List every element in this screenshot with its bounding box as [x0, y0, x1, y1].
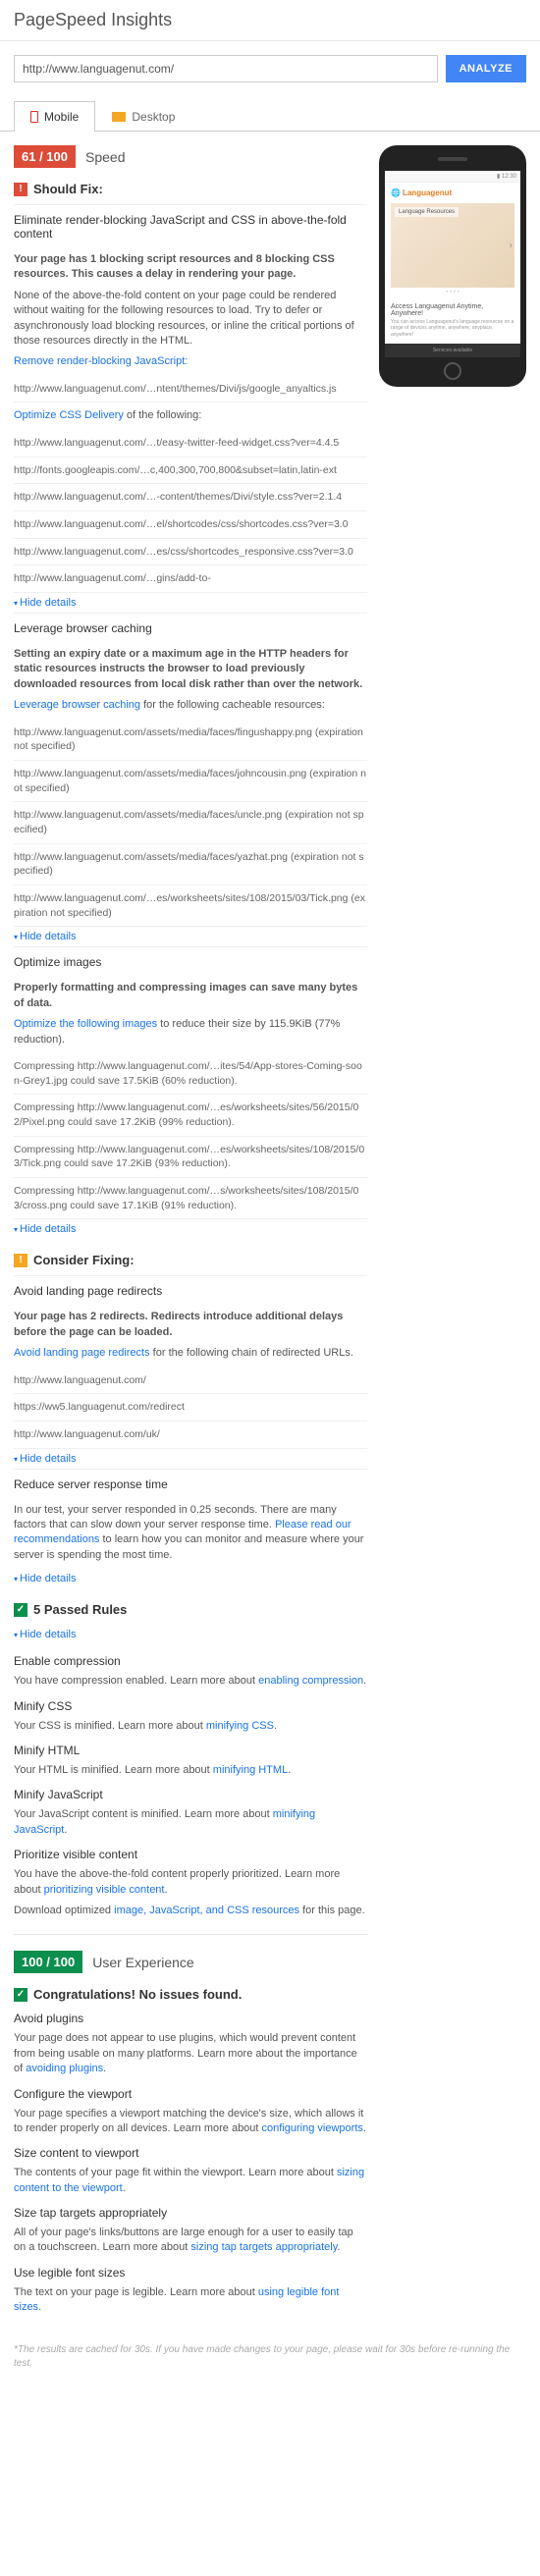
- phone-home-button: [444, 362, 461, 380]
- ux-rule: Size tap targets appropriately: [14, 2206, 367, 2220]
- url-item: http://www.languagenut.com/…-content/the…: [14, 484, 367, 511]
- hide-details-toggle[interactable]: Hide details: [14, 593, 77, 613]
- phone-speaker: [438, 157, 467, 161]
- phone-footer: Services available: [385, 344, 520, 357]
- hide-details-toggle[interactable]: Hide details: [14, 1219, 77, 1239]
- url-input[interactable]: [14, 55, 438, 82]
- consider-fixing-header: ! Consider Fixing:: [14, 1253, 367, 1267]
- url-item: http://www.languagenut.com/…t/easy-twitt…: [14, 430, 367, 457]
- ux-score-row: 100 / 100 User Experience: [14, 1951, 367, 1973]
- url-item: Compressing http://www.languagenut.com/……: [14, 1178, 367, 1219]
- prioritizing-content-link[interactable]: prioritizing visible content: [44, 1884, 165, 1896]
- url-bar: ANALYZE: [0, 41, 540, 96]
- configuring-viewports-link[interactable]: configuring viewports: [262, 2122, 363, 2134]
- rule-title: Eliminate render-blocking JavaScript and…: [14, 204, 367, 246]
- check-icon: ✓: [14, 1988, 27, 2002]
- ux-rule: Avoid plugins: [14, 2012, 367, 2025]
- optimize-images-link[interactable]: Optimize the following images: [14, 1018, 157, 1030]
- url-item: http://www.languagenut.com/…es/css/short…: [14, 539, 367, 566]
- url-item: http://www.languagenut.com/uk/: [14, 1422, 367, 1449]
- rule-desc: None of the above-the-fold content on yo…: [14, 289, 367, 349]
- phone-statusbar: ▮ 12:30: [385, 171, 520, 183]
- avoid-redirects-link[interactable]: Avoid landing page redirects: [14, 1347, 150, 1359]
- warning-icon: !: [14, 1254, 27, 1267]
- error-icon: !: [14, 183, 27, 196]
- ux-rule: Configure the viewport: [14, 2087, 367, 2101]
- rule-title: Leverage browser caching: [14, 613, 367, 641]
- url-item: http://www.languagenut.com/assets/media/…: [14, 761, 367, 802]
- page-title: PageSpeed Insights: [0, 0, 540, 41]
- url-item: http://www.languagenut.com/…gins/add-to-: [14, 565, 367, 593]
- hide-details-toggle[interactable]: Hide details: [14, 1569, 77, 1588]
- rule-desc: Properly formatting and compressing imag…: [14, 981, 367, 1011]
- rule-desc: Setting an expiry date or a maximum age …: [14, 647, 367, 692]
- url-item: http://www.languagenut.com/…el/shortcode…: [14, 511, 367, 539]
- footnote: *The results are cached for 30s. If you …: [0, 2335, 540, 2379]
- phone-logo: 🌐 Languagenut: [385, 183, 520, 203]
- phone-heading: Access Languagenut Anytime, Anywhere!: [391, 303, 514, 317]
- hide-details-toggle[interactable]: Hide details: [14, 927, 77, 946]
- optimize-css-link[interactable]: Optimize CSS Delivery: [14, 409, 124, 421]
- enabling-compression-link[interactable]: enabling compression: [258, 1675, 363, 1687]
- url-item: http://www.languagenut.com/assets/media/…: [14, 720, 367, 761]
- ux-score-badge: 100 / 100: [14, 1951, 82, 1973]
- tabs: Mobile Desktop: [0, 100, 540, 132]
- url-item: Compressing http://www.languagenut.com/……: [14, 1053, 367, 1095]
- passed-rule: Enable compression: [14, 1654, 367, 1668]
- url-item: http://www.languagenut.com/…ntent/themes…: [14, 376, 367, 403]
- carousel-dots: • • • •: [385, 288, 520, 297]
- rule-desc: In our test, your server responded in 0.…: [14, 1503, 367, 1564]
- chevron-right-icon: ›: [510, 240, 513, 250]
- passed-rule: Prioritize visible content: [14, 1848, 367, 1861]
- passed-rule: Minify JavaScript: [14, 1788, 367, 1801]
- url-item: Compressing http://www.languagenut.com/……: [14, 1137, 367, 1178]
- hide-details-toggle[interactable]: Hide details: [14, 1449, 77, 1469]
- url-item: Compressing http://www.languagenut.com/……: [14, 1095, 367, 1136]
- url-item: http://www.languagenut.com/assets/media/…: [14, 802, 367, 843]
- hide-details-toggle[interactable]: Hide details: [14, 1625, 77, 1644]
- should-fix-header: ! Should Fix:: [14, 182, 367, 196]
- ux-label: User Experience: [92, 1955, 194, 1970]
- phone-preview: ▮ 12:30 🌐 Languagenut Language Resources…: [379, 145, 526, 387]
- avoiding-plugins-link[interactable]: avoiding plugins: [26, 2063, 103, 2074]
- url-item: http://fonts.googleapis.com/…c,400,300,7…: [14, 457, 367, 485]
- passed-rules-header: ✓ 5 Passed Rules: [14, 1602, 367, 1617]
- url-item: http://www.languagenut.com/…es/worksheet…: [14, 886, 367, 927]
- mobile-icon: [30, 111, 38, 123]
- minifying-html-link[interactable]: minifying HTML: [213, 1764, 288, 1776]
- tab-desktop[interactable]: Desktop: [95, 101, 191, 132]
- leverage-caching-link[interactable]: Leverage browser caching: [14, 699, 140, 711]
- rule-title: Avoid landing page redirects: [14, 1275, 367, 1304]
- tab-mobile[interactable]: Mobile: [14, 101, 95, 132]
- congrats-header: ✓ Congratulations! No issues found.: [14, 1987, 367, 2002]
- url-item: https://ww5.languagenut.com/redirect: [14, 1394, 367, 1422]
- phone-text: You can access Languagenut's language re…: [391, 319, 514, 339]
- ux-rule: Use legible font sizes: [14, 2266, 367, 2280]
- download-resources-link[interactable]: image, JavaScript, and CSS resources: [114, 1905, 299, 1916]
- minifying-css-link[interactable]: minifying CSS: [206, 1720, 274, 1732]
- rule-desc: Your page has 1 blocking script resource…: [14, 252, 367, 283]
- check-icon: ✓: [14, 1603, 27, 1617]
- passed-rule: Minify HTML: [14, 1744, 367, 1757]
- desktop-icon: [112, 112, 126, 122]
- rule-title: Optimize images: [14, 946, 367, 975]
- passed-rule: Minify CSS: [14, 1699, 367, 1713]
- remove-js-link[interactable]: Remove render-blocking JavaScript:: [14, 355, 188, 367]
- phone-hero: Language Resources ›: [391, 203, 514, 288]
- analyze-button[interactable]: ANALYZE: [446, 55, 526, 82]
- tap-targets-link[interactable]: sizing tap targets appropriately: [190, 2241, 337, 2253]
- rule-desc: Your page has 2 redirects. Redirects int…: [14, 1310, 367, 1340]
- ux-rule: Size content to viewport: [14, 2146, 367, 2160]
- speed-label: Speed: [85, 149, 125, 165]
- url-item: http://www.languagenut.com/assets/media/…: [14, 844, 367, 886]
- tab-label: Mobile: [44, 110, 79, 124]
- tab-label: Desktop: [132, 110, 175, 124]
- rule-title: Reduce server response time: [14, 1469, 367, 1497]
- url-item: http://www.languagenut.com/: [14, 1368, 367, 1395]
- speed-score-badge: 61 / 100: [14, 145, 76, 168]
- speed-score-row: 61 / 100 Speed: [14, 145, 367, 168]
